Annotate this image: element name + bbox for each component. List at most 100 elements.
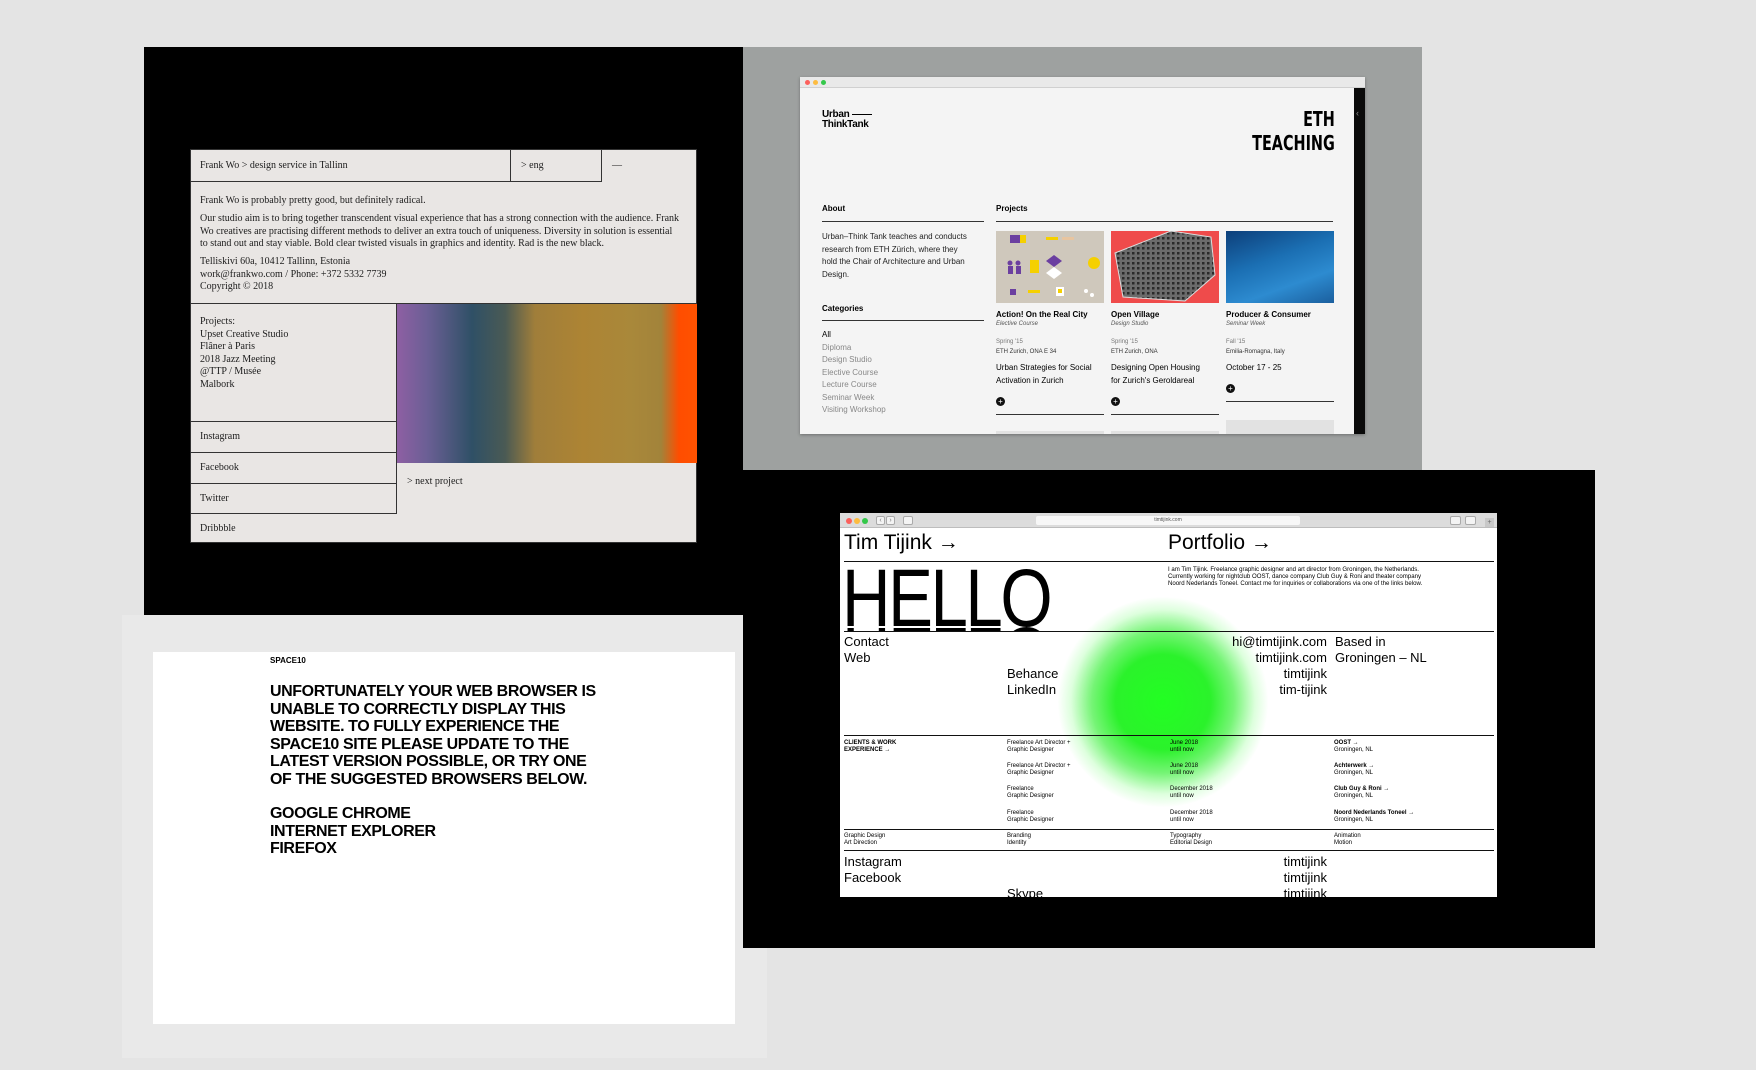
browser-titlebar [800,77,1365,88]
back-arrow-icon[interactable]: ‹ [876,516,885,525]
project-meta: Spring '15 ETH Zurich, ONA [1111,339,1158,355]
project-meta: Fall '15 Emilia-Romagna, Italy [1226,339,1285,355]
skill-item: Typography Editorial Design [1170,833,1213,846]
divider [844,735,1494,736]
project-description: Designing Open Housing for Zurich's Gero… [1111,363,1200,385]
category-item[interactable]: Seminar Week [822,392,886,405]
category-item[interactable]: Elective Course [822,367,886,380]
divider [1111,414,1219,415]
project-description: Urban Strategies for Social Activation i… [996,363,1092,385]
portfolio-link[interactable]: Portfolio → [1168,531,1272,555]
sidebar-toggle-icon[interactable] [903,516,913,525]
linkedin-link[interactable]: LinkedIn [1007,682,1058,698]
project-link[interactable]: Malbork [200,379,288,392]
project-thumbnail[interactable] [1111,231,1219,303]
address-bar[interactable]: timtijink.com [1036,516,1300,525]
close-dot-icon[interactable] [846,518,852,524]
twitter-link[interactable]: Twitter [190,493,239,506]
frankwo-tagline: Frank Wo is probably pretty good, but de… [200,195,426,206]
category-item[interactable]: Visiting Workshop [822,404,886,417]
next-project-link[interactable]: > next project [397,476,473,489]
project-title[interactable]: Producer & Consumer [1226,310,1311,319]
collapsed-sidebar[interactable]: ‹ [1354,88,1365,434]
divider [844,850,1494,851]
forward-arrow-icon[interactable]: › [886,516,895,525]
maximize-dot-icon[interactable] [821,80,826,85]
instagram-link[interactable]: Instagram [190,431,250,444]
unsupported-browser-message: UNFORTUNATELY YOUR WEB BROWSER IS UNABLE… [270,683,596,788]
job-client[interactable]: Noord Nederlands Toneel → Groningen, NL [1334,810,1414,824]
chevron-left-icon[interactable]: ‹ [1356,108,1359,118]
job-client[interactable]: Achterwerk → Groningen, NL [1334,763,1374,777]
dribbble-link[interactable]: Dribbble [190,523,246,536]
skill-item: Graphic Design Art Direction [844,833,886,846]
email-link[interactable]: work@frankwo.com / Phone: +372 5332 7739 [200,269,387,282]
chrome-link[interactable]: GOOGLE CHROME [270,805,436,823]
job-role: Freelance Art Director + Graphic Designer [1007,740,1071,753]
minimize-dot-icon[interactable] [854,518,860,524]
project-type: Seminar Week [1226,321,1266,327]
category-item-all[interactable]: All [822,329,886,342]
clients-heading: CLIENTS & WORK EXPERIENCE → [844,740,897,753]
next-card-preview [1226,420,1334,434]
skype-link[interactable]: Skype [1007,886,1043,897]
language-switch[interactable]: > eng [511,160,554,173]
project-meta: Spring '15 ETH Zurich, ONA E 34 [996,339,1057,355]
maximize-dot-icon[interactable] [862,518,868,524]
frankwo-gradient-artwork [397,304,697,463]
internet-explorer-link[interactable]: INTERNET EXPLORER [270,823,436,841]
job-client[interactable]: OOST → Groningen, NL [1334,740,1373,754]
close-dot-icon[interactable] [805,80,810,85]
website-link[interactable]: timtijink.com [1232,650,1327,666]
new-tab-icon[interactable]: + [1485,518,1494,527]
project-description: October 17 - 25 [1226,363,1282,372]
tabs-icon[interactable] [1465,516,1476,525]
email-link[interactable]: hi@timtijink.com [1232,634,1327,650]
page-title: ETH TEACHING [1252,107,1335,155]
categories-heading: Categories [822,304,864,313]
minimize-dot-icon[interactable] [813,80,818,85]
project-link[interactable]: @TTP / Musée [200,366,288,379]
project-title[interactable]: Open Village [1111,310,1159,319]
menu-toggle[interactable]: — [602,160,632,173]
browser-toolbar: ‹ › timtijink.com + [840,513,1497,528]
about-text: Urban–Think Tank teaches and conducts re… [822,232,967,279]
divider [996,221,1333,222]
category-item[interactable]: Diploma [822,342,886,355]
hello-headline: HELLO HELLO [842,564,1053,631]
firefox-link[interactable]: FIREFOX [270,840,436,858]
frankwo-breadcrumb[interactable]: Frank Wo > design service in Tallinn [190,160,358,173]
skill-item: Animation Motion [1334,833,1361,846]
category-item[interactable]: Lecture Course [822,379,886,392]
name-link[interactable]: Tim Tijink → [844,531,959,555]
divider [844,829,1494,830]
social-handles: timtijink timtijink timtijink [1283,854,1327,897]
behance-link[interactable]: Behance [1007,666,1058,682]
space10-logo[interactable]: SPACE10 [270,656,306,665]
project-link[interactable]: Flâner à Paris [200,341,288,354]
expand-plus-icon[interactable]: + [1111,397,1120,406]
project-thumbnail[interactable] [1226,231,1334,303]
projects-heading: Projects [996,204,1028,213]
instagram-link[interactable]: Instagram [844,854,902,870]
category-item[interactable]: Design Studio [822,354,886,367]
job-client[interactable]: Club Guy & Roni → Groningen, NL [1334,786,1389,800]
skill-item: Branding Identity [1007,833,1032,846]
facebook-link[interactable]: Facebook [844,870,902,886]
divider [996,414,1104,415]
project-title[interactable]: Action! On the Real City [996,310,1088,319]
project-link[interactable]: Upset Creative Studio [200,329,288,342]
next-card-preview [996,431,1104,434]
about-heading: About [822,204,846,213]
project-link[interactable]: 2018 Jazz Meeting [200,354,288,367]
expand-plus-icon[interactable]: + [1226,384,1235,393]
location: Based in Groningen – NL [1335,634,1427,665]
divider [822,320,984,321]
share-icon[interactable] [1450,516,1461,525]
bio-text: I am Tim Tijink. Freelance graphic desig… [1168,566,1423,587]
expand-plus-icon[interactable]: + [996,397,1005,406]
urban-thinktank-logo[interactable]: Urban ThinkTank [822,110,872,130]
aerial-map-artwork [1114,231,1216,302]
facebook-link[interactable]: Facebook [190,462,249,475]
project-thumbnail[interactable] [996,231,1104,303]
